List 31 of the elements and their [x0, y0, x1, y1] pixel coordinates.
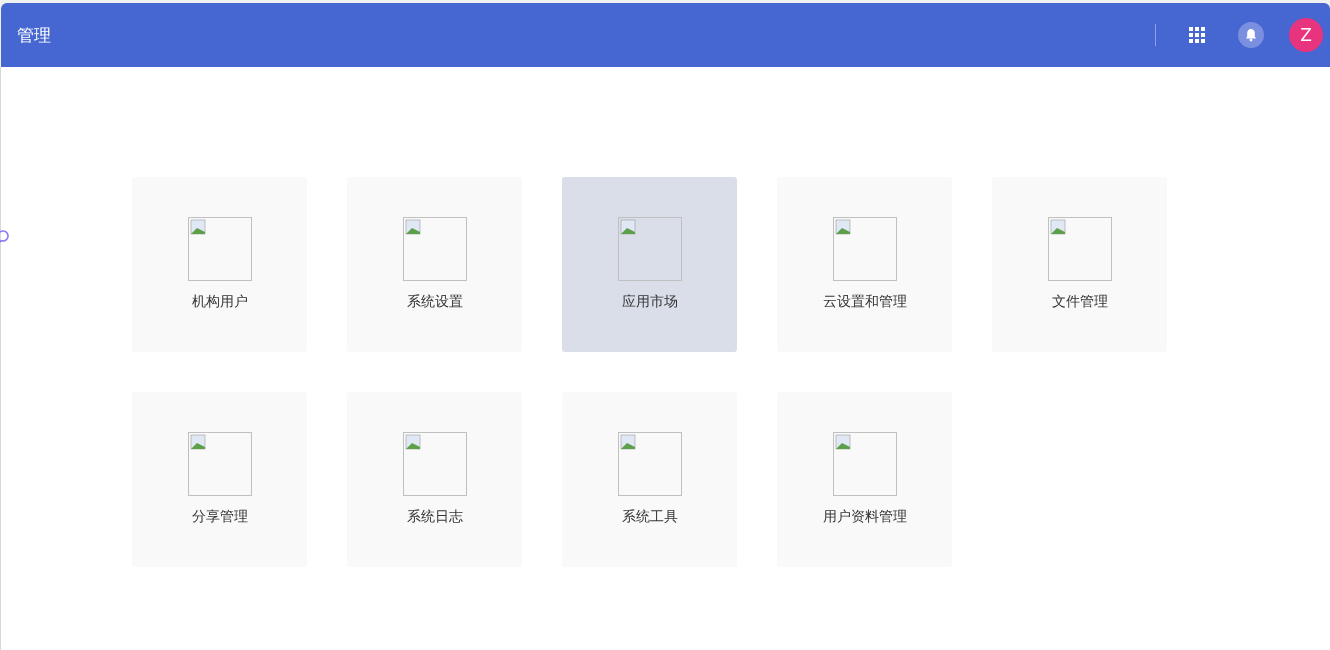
- tile-label: 用户资料管理: [822, 508, 907, 526]
- broken-image-icon: [832, 217, 897, 281]
- broken-image-icon: [832, 432, 897, 496]
- app-tile[interactable]: 文件管理: [992, 177, 1167, 352]
- app-tile[interactable]: 系统设置: [347, 177, 522, 352]
- app-tile[interactable]: 机构用户: [132, 177, 307, 352]
- page-title: 管理: [17, 23, 51, 47]
- broken-image-icon: [187, 217, 252, 281]
- app-tile[interactable]: 系统日志: [347, 392, 522, 567]
- broken-image-icon: [187, 432, 252, 496]
- broken-image-icon: [1047, 217, 1112, 281]
- broken-image-icon: [617, 217, 682, 281]
- tile-label: 系统工具: [621, 508, 678, 526]
- app-tile[interactable]: 云设置和管理: [777, 177, 952, 352]
- tile-label: 云设置和管理: [822, 293, 907, 311]
- app-tile[interactable]: 应用市场: [562, 177, 737, 352]
- app-tile[interactable]: 用户资料管理: [777, 392, 952, 567]
- tile-label: 系统日志: [406, 508, 463, 526]
- avatar[interactable]: Z: [1289, 18, 1323, 52]
- app-tile[interactable]: 分享管理: [132, 392, 307, 567]
- tile-label: 分享管理: [191, 508, 248, 526]
- grid-icon[interactable]: [1189, 27, 1205, 43]
- app-tile[interactable]: 系统工具: [562, 392, 737, 567]
- tile-label: 应用市场: [621, 293, 678, 311]
- tile-label: 文件管理: [1051, 293, 1108, 311]
- broken-image-icon: [617, 432, 682, 496]
- bell-icon[interactable]: [1238, 22, 1264, 48]
- tile-label: 系统设置: [406, 293, 463, 311]
- tile-label: 机构用户: [191, 293, 248, 311]
- broken-image-icon: [402, 432, 467, 496]
- broken-image-icon: [402, 217, 467, 281]
